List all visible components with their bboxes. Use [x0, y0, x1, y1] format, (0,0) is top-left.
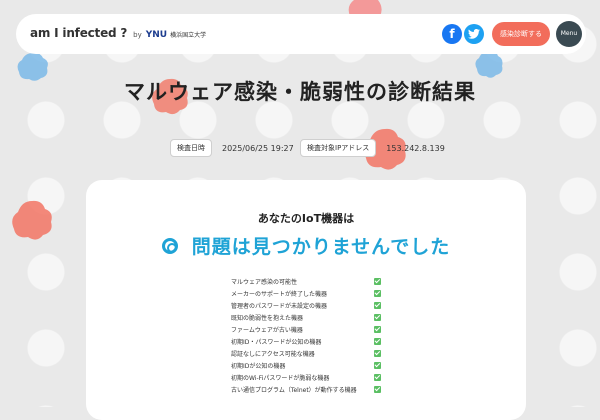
list-item: マルウェア感染の可能性	[231, 275, 381, 287]
checkmark-icon	[374, 361, 381, 369]
checkmark-icon	[374, 337, 381, 345]
ip-label-badge: 検査対象IPアドレス	[300, 139, 377, 157]
check-label: 認証なしにアクセス可能な機器	[231, 350, 315, 358]
list-item: 認証なしにアクセス可能な機器	[231, 347, 381, 359]
check-label: 既知の脆弱性を抱えた機器	[231, 314, 304, 322]
inspection-date: 検査日時 2025/06/25 19:27	[170, 139, 294, 157]
date-value: 2025/06/25 19:27	[222, 143, 294, 153]
check-label: 初期のWi-Fiパスワードが脆弱な機器	[231, 374, 330, 382]
check-label: マルウェア感染の可能性	[231, 278, 298, 286]
twitter-icon[interactable]	[464, 24, 484, 44]
list-item: 古い通信プログラム（Telnet）が動作する機器	[231, 383, 381, 395]
double-circle-icon	[161, 237, 178, 254]
site-header: am I infected ? by YNU 横浜国立大学 f 感染診断する M…	[16, 14, 586, 54]
checkmark-icon	[374, 325, 381, 333]
facebook-icon[interactable]: f	[442, 24, 462, 44]
check-label: 初期IDが公知の機器	[231, 362, 286, 370]
result-card: あなたのIoT機器は 問題は見つかりませんでした マルウェア感染の可能性 メーカ…	[86, 180, 526, 420]
checkmark-icon	[374, 313, 381, 321]
checkmark-icon	[374, 301, 381, 309]
inspection-ip: 検査対象IPアドレス 153.242.8.139	[300, 139, 445, 157]
red-blob-decoration	[12, 200, 52, 240]
check-label: 管理者のパスワードが未設定の機器	[231, 302, 328, 310]
checkmark-icon	[374, 349, 381, 357]
menu-button[interactable]: Menu	[556, 21, 582, 47]
checkmark-icon	[374, 385, 381, 393]
page-title: マルウェア感染・脆弱性の診断結果	[124, 80, 476, 104]
check-label: 古い通信プログラム（Telnet）が動作する機器	[231, 386, 357, 394]
list-item: メーカーのサポートが終了した機器	[231, 287, 381, 299]
checkmark-icon	[374, 373, 381, 381]
check-label: ファームウェアが古い機器	[231, 326, 303, 334]
logo-by-text: by	[133, 31, 142, 39]
list-item: 初期IDが公知の機器	[231, 359, 381, 371]
check-label: メーカーのサポートが終了した機器	[231, 290, 328, 298]
result-headline: 問題は見つかりませんでした	[86, 232, 526, 259]
site-logo[interactable]: am I infected ? by YNU 横浜国立大学	[30, 26, 206, 40]
check-list: マルウェア感染の可能性 メーカーのサポートが終了した機器 管理者のパスワードが未…	[231, 275, 381, 395]
result-text: 問題は見つかりませんでした	[191, 236, 451, 258]
ynu-logo: YNU	[145, 30, 168, 40]
logo-text: am I infected ?	[30, 26, 128, 40]
check-label: 初期ID・パスワードが公知の機器	[231, 338, 322, 346]
date-label-badge: 検査日時	[170, 139, 212, 157]
list-item: 初期のWi-Fiパスワードが脆弱な機器	[231, 371, 381, 383]
ip-value: 153.242.8.139	[386, 143, 445, 153]
list-item: 管理者のパスワードが未設定の機器	[231, 299, 381, 311]
checkmark-icon	[374, 289, 381, 297]
diagnose-button[interactable]: 感染診断する	[492, 22, 550, 46]
list-item: ファームウェアが古い機器	[231, 323, 381, 335]
result-subtitle: あなたのIoT機器は	[257, 212, 355, 225]
list-item: 初期ID・パスワードが公知の機器	[231, 335, 381, 347]
list-item: 既知の脆弱性を抱えた機器	[231, 311, 381, 323]
ynu-university-name: 横浜国立大学	[170, 32, 207, 39]
checkmark-icon	[374, 277, 381, 285]
